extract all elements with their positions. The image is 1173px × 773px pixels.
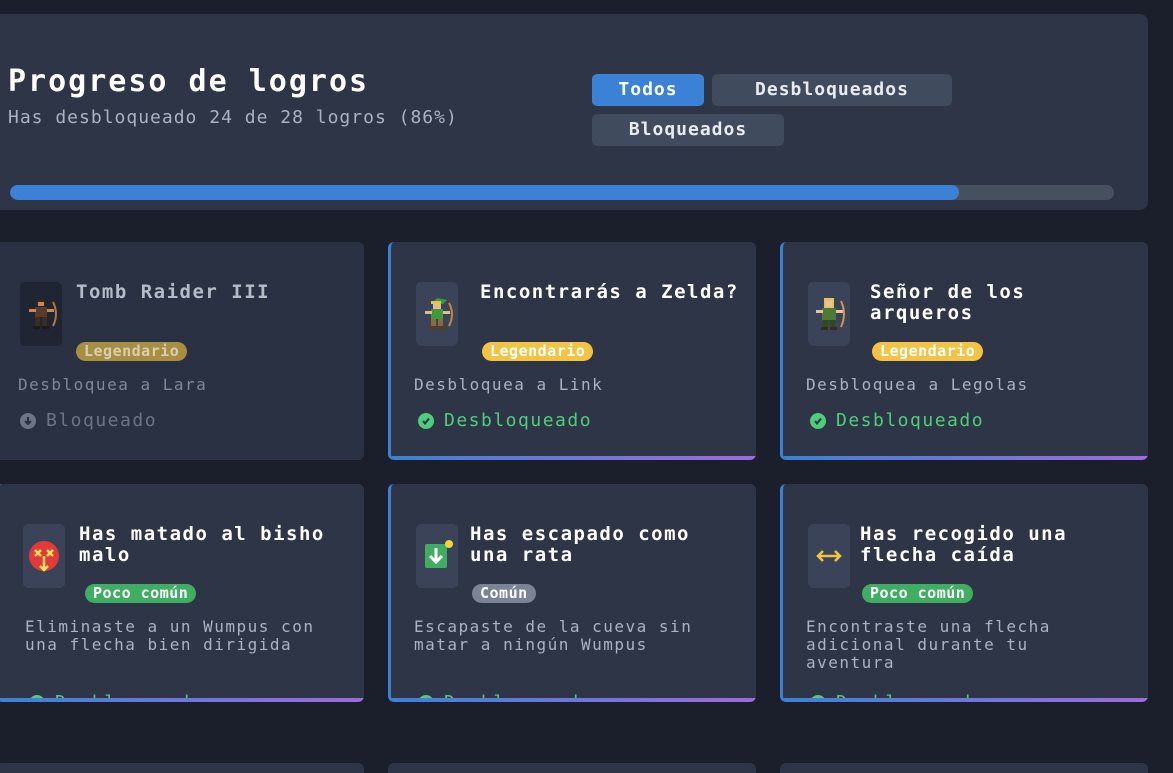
achievement-card[interactable]: Señor de los arqueros Legendario Desbloq… bbox=[780, 242, 1148, 460]
achievement-description: Escapaste de la cueva sin matar a ningún… bbox=[414, 617, 693, 654]
achievement-title: Señor de los arqueros bbox=[870, 281, 1026, 324]
achievement-card[interactable]: Has escapado como una rata Común Escapas… bbox=[388, 484, 756, 702]
rarity-badge: Legendario bbox=[76, 342, 188, 361]
achievement-card-partial[interactable] bbox=[0, 763, 364, 773]
status-label: Desbloqueado bbox=[444, 410, 593, 431]
achievement-card[interactable]: Encontrarás a Zelda? Legendario Desbloqu… bbox=[388, 242, 756, 460]
page-title: Progreso de logros bbox=[8, 64, 370, 99]
achievement-title: Has matado al bisho malo bbox=[79, 523, 325, 566]
filter-all-button[interactable]: Todos bbox=[592, 74, 704, 106]
status-label: Desbloqueado bbox=[836, 692, 984, 702]
filter-locked-button[interactable]: Bloqueados bbox=[592, 114, 784, 146]
achievement-status: Desbloqueado bbox=[418, 410, 592, 431]
achievement-description: Encontraste una flecha adicional durante… bbox=[806, 617, 1051, 672]
status-label: Bloqueado bbox=[46, 410, 158, 431]
progress-bar bbox=[10, 185, 1114, 200]
achievements-header-panel: Progreso de logros Has desbloqueado 24 d… bbox=[0, 14, 1148, 210]
achievement-title: Encontrarás a Zelda? bbox=[480, 281, 739, 303]
achievement-title: Has recogido una flecha caída bbox=[860, 523, 1068, 566]
rarity-badge: Poco común bbox=[85, 584, 197, 603]
status-label: Desbloqueado bbox=[55, 692, 203, 702]
escape-exit-icon bbox=[416, 524, 458, 588]
progress-bar-fill bbox=[10, 185, 960, 200]
achievement-status: Desbloqueado bbox=[810, 410, 984, 431]
achievement-status: Desbloqueado bbox=[29, 692, 203, 702]
rarity-badge: Común bbox=[472, 584, 536, 603]
filter-unlocked-button[interactable]: Desbloqueados bbox=[712, 74, 952, 106]
lock-status-icon bbox=[20, 412, 36, 429]
achievement-description: Eliminaste a un Wumpus con una flecha bi… bbox=[25, 617, 315, 654]
achievement-status: Bloqueado bbox=[20, 410, 157, 431]
achievement-card-partial[interactable] bbox=[388, 763, 756, 773]
check-circle-icon bbox=[810, 694, 826, 702]
achievement-description: Desbloquea a Legolas bbox=[806, 375, 1029, 394]
check-circle-icon bbox=[418, 412, 434, 429]
achievement-description: Desbloquea a Lara bbox=[18, 375, 208, 394]
achievement-card-partial[interactable] bbox=[780, 763, 1148, 773]
progress-summary: Has desbloqueado 24 de 28 logros (86%) bbox=[8, 107, 458, 128]
achievement-title: Tomb Raider III bbox=[76, 281, 271, 303]
check-circle-icon bbox=[418, 694, 434, 702]
link-archer-icon bbox=[416, 282, 458, 346]
rarity-badge: Legendario bbox=[482, 342, 594, 361]
status-label: Desbloqueado bbox=[444, 692, 592, 702]
achievement-card[interactable]: Tomb Raider III Legendario Desbloquea a … bbox=[0, 242, 364, 460]
achievement-status: Desbloqueado bbox=[810, 692, 984, 702]
wumpus-monster-icon bbox=[23, 524, 65, 588]
achievement-description: Desbloquea a Link bbox=[414, 375, 604, 394]
achievement-title: Has escapado como una rata bbox=[470, 523, 690, 566]
check-circle-icon bbox=[810, 412, 826, 429]
arrow-pickup-icon bbox=[808, 524, 850, 588]
status-label: Desbloqueado bbox=[836, 410, 985, 431]
lara-archer-icon bbox=[20, 282, 62, 346]
check-circle-icon bbox=[29, 694, 45, 702]
achievement-card[interactable]: Has matado al bisho malo Poco común Elim… bbox=[0, 484, 364, 702]
achievement-card[interactable]: Has recogido una flecha caída Poco común… bbox=[780, 484, 1148, 702]
achievement-status: Desbloqueado bbox=[418, 692, 592, 702]
rarity-badge: Poco común bbox=[862, 584, 974, 603]
legolas-archer-icon bbox=[808, 282, 850, 346]
rarity-badge: Legendario bbox=[872, 342, 984, 361]
